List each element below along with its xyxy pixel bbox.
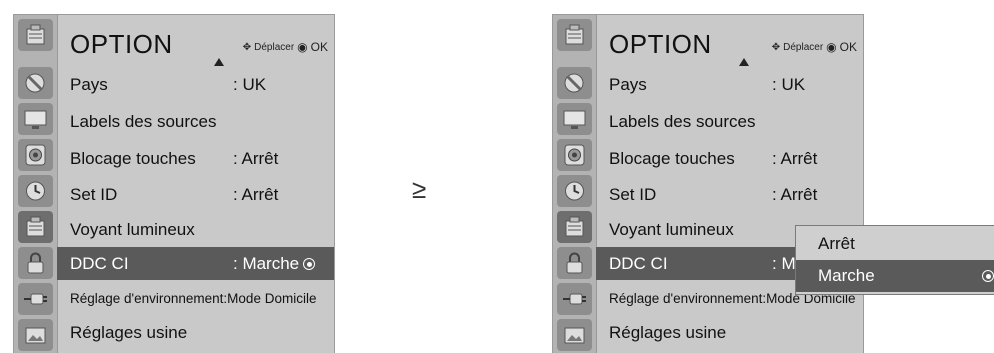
menu-item-label: Pays: [609, 74, 647, 94]
menu-item-set-id[interactable]: Set ID : Arrêt: [596, 178, 863, 211]
speaker-icon[interactable]: [18, 139, 53, 171]
menu-item-value: : Arrêt: [772, 148, 818, 168]
scroll-up-icon[interactable]: [739, 58, 749, 66]
menu-item-label: Labels des sources: [70, 111, 217, 131]
option-marche[interactable]: Marche: [796, 260, 994, 292]
ok-button-icon: ◉: [826, 40, 837, 54]
menu-item-label: Voyant lumineux: [70, 219, 195, 239]
menu-item-value: : Arrêt: [772, 184, 818, 204]
option-box-icon[interactable]: [557, 211, 592, 243]
menu-item-labels-des-sources[interactable]: Labels des sources: [57, 105, 334, 138]
navigation-hint: ✥ Déplacer ◉ OK: [243, 40, 328, 54]
selected-radio-icon: [982, 270, 994, 282]
option-label: Marche: [818, 266, 875, 285]
menu-item-ddc-ci[interactable]: DDC CI : Marche: [57, 247, 334, 280]
hint-move-label: Déplacer: [254, 41, 295, 53]
menu-item-label: Blocage touches: [609, 148, 735, 168]
ok-select-icon: [303, 258, 316, 271]
scroll-up-icon[interactable]: [214, 58, 224, 66]
menu-item-labels-des-sources[interactable]: Labels des sources: [596, 105, 863, 138]
option-arret[interactable]: Arrêt: [796, 228, 994, 260]
speaker-icon[interactable]: [557, 139, 592, 171]
input-plug-icon[interactable]: [18, 283, 53, 315]
menu-item-label: DDC CI: [609, 253, 668, 273]
category-icon-column: [14, 15, 58, 353]
menu-item-label: Blocage touches: [70, 148, 196, 168]
menu-item-value: : M: [772, 253, 796, 273]
hint-ok-label: OK: [310, 40, 328, 54]
menu-item-reglages-usine[interactable]: Réglages usine: [596, 316, 863, 349]
menu-item-blocage-touches[interactable]: Blocage touches : Arrêt: [57, 142, 334, 175]
menu-item-label: Labels des sources: [609, 111, 756, 131]
monitor-icon[interactable]: [18, 103, 53, 135]
move-arrows-icon: ✥: [771, 41, 781, 53]
menu-item-label: Réglages usine: [609, 322, 727, 342]
menu-title: OPTION: [70, 29, 173, 59]
hint-move-label: Déplacer: [783, 41, 824, 53]
clock-icon[interactable]: [557, 175, 592, 207]
clock-icon[interactable]: [18, 175, 53, 207]
ddc-ci-options-popup: Arrêt Marche: [795, 225, 994, 295]
menu-item-value: : Arrêt: [233, 184, 279, 204]
menu-item-pays[interactable]: Pays : UK: [57, 68, 334, 101]
option-box-icon[interactable]: [18, 19, 53, 51]
option-menu-after: OPTION ✥ Déplacer ◉ OK Pays : UK Labels …: [552, 14, 864, 353]
menu-item-value: : Arrêt: [233, 148, 279, 168]
input-plug-icon[interactable]: [557, 283, 592, 315]
menu-item-value: : UK: [233, 74, 267, 94]
menu-item-reglages-usine[interactable]: Réglages usine: [57, 316, 334, 349]
menu-item-reglage-environnement[interactable]: Réglage d'environnement:Mode Domicile: [57, 282, 334, 315]
menu-item-label: Set ID: [70, 184, 118, 204]
photo-usb-icon[interactable]: [557, 319, 592, 351]
menu-header: OPTION ✥ Déplacer ◉ OK: [57, 15, 334, 63]
menu-item-label: Voyant lumineux: [609, 219, 734, 239]
move-arrows-icon: ✥: [242, 41, 252, 53]
lock-icon[interactable]: [557, 247, 592, 279]
lock-icon[interactable]: [18, 247, 53, 279]
option-box-icon[interactable]: [557, 19, 592, 51]
menu-item-set-id[interactable]: Set ID : Arrêt: [57, 178, 334, 211]
step-arrow: ≥: [412, 174, 427, 204]
menu-item-value: : Marche: [233, 254, 316, 274]
menu-item-value: : UK: [772, 74, 806, 94]
navigation-hint: ✥ Déplacer ◉ OK: [772, 40, 857, 54]
menu-item-label: Réglage d'environnement:Mode Domicile: [70, 291, 317, 306]
monitor-icon[interactable]: [557, 103, 592, 135]
option-label: Arrêt: [818, 234, 855, 253]
menu-item-label: DDC CI: [70, 253, 129, 273]
menu-item-label: Set ID: [609, 184, 657, 204]
option-menu-before: OPTION ✥ Déplacer ◉ OK Pays : UK Labels …: [13, 14, 335, 353]
menu-item-voyant-lumineux[interactable]: Voyant lumineux: [57, 213, 334, 246]
ok-button-icon: ◉: [297, 40, 308, 54]
photo-usb-icon[interactable]: [18, 319, 53, 351]
satellite-icon[interactable]: [18, 67, 53, 99]
hint-ok-label: OK: [839, 40, 857, 54]
menu-item-pays[interactable]: Pays : UK: [596, 68, 863, 101]
option-box-icon[interactable]: [18, 211, 53, 243]
menu-item-blocage-touches[interactable]: Blocage touches : Arrêt: [596, 142, 863, 175]
category-icon-column: [553, 15, 597, 353]
menu-item-label: Pays: [70, 74, 108, 94]
menu-item-label: Réglages usine: [70, 322, 188, 342]
satellite-icon[interactable]: [557, 67, 592, 99]
menu-title: OPTION: [609, 29, 712, 59]
menu-header: OPTION ✥ Déplacer ◉ OK: [596, 15, 863, 63]
